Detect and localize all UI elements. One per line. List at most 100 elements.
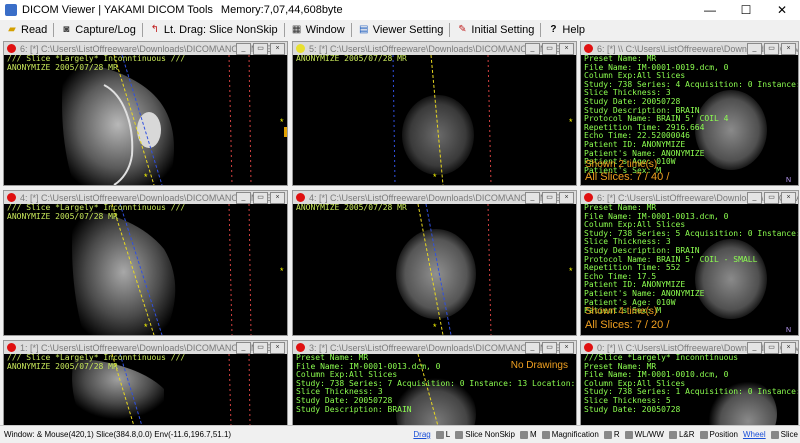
- status-dot-icon: [7, 193, 16, 202]
- initial-setting-label: Initial Setting: [471, 23, 535, 36]
- right-drag-mode[interactable]: R: [603, 430, 620, 439]
- read-menu[interactable]: ▰ Read: [6, 24, 47, 36]
- image-area[interactable]: N Preset Name: MR File Name: IM-0001-001…: [581, 203, 798, 335]
- status-wlww: WL/WW: [634, 430, 664, 439]
- svg-text:*: *: [569, 266, 573, 276]
- svg-text:*: *: [144, 172, 148, 182]
- image-area[interactable]: * * /// Slice *Largely* Inconntinuous //…: [4, 54, 287, 185]
- viewer-panel-7[interactable]: 1: [*] C:\Users\ListOffreeware\Downloads…: [3, 340, 288, 427]
- svg-text:*: *: [569, 117, 573, 127]
- viewer-panel-8[interactable]: 3: [*] C:\Users\ListOffreeware\Downloads…: [292, 340, 577, 427]
- panel-maximize-button[interactable]: ▭: [764, 342, 779, 354]
- window-icon: ▦: [291, 24, 302, 35]
- panel-maximize-button[interactable]: ▭: [253, 192, 268, 204]
- viewer-grid: 6: [*] C:\Users\ListOffreeware\Downloads…: [0, 39, 800, 427]
- panel-maximize-button[interactable]: ▭: [253, 43, 268, 55]
- magnification-mode[interactable]: Magnification: [541, 430, 599, 439]
- image-area[interactable]: * * ANONYMIZE 2005/07/28 MR: [293, 54, 576, 185]
- panel-close-button[interactable]: ×: [270, 342, 285, 354]
- panel-minimize-button[interactable]: _: [525, 192, 540, 204]
- image-area[interactable]: * * ANONYMIZE 2005/07/28 MR: [293, 203, 576, 335]
- panel-minimize-button[interactable]: _: [236, 192, 251, 204]
- image-overlay-text: ANONYMIZE 2005/07/28 MR: [296, 203, 407, 212]
- image-overlay-text: /// Slice *Largely* Inconntinuous /// AN…: [7, 54, 186, 72]
- wheel-link[interactable]: Wheel: [743, 430, 766, 439]
- viewer-panel-6[interactable]: 6: [*] C:\Users\ListOffreeware\Downloads…: [580, 190, 799, 336]
- lr-drag-mode[interactable]: L&R: [668, 430, 695, 439]
- position-mode[interactable]: Position: [699, 430, 738, 439]
- image-overlay-text: /// Slice *Largely* Inconntinuous /// AN…: [7, 353, 186, 371]
- drag-mode-label: Lt. Drag: Slice NonSkip: [163, 23, 278, 36]
- image-area[interactable]: Preset Name: MR File Name: IM-0001-0013.…: [293, 353, 576, 426]
- panel-maximize-button[interactable]: ▭: [542, 43, 557, 55]
- panel-minimize-button[interactable]: _: [236, 43, 251, 55]
- viewer-panel-4[interactable]: 4: [*] C:\Users\ListOffreeware\Downloads…: [3, 190, 288, 336]
- left-drag-slice-mode[interactable]: L: [435, 430, 451, 439]
- panel-close-button[interactable]: ×: [781, 342, 796, 354]
- toolbar-divider: [449, 22, 451, 37]
- status-dot-icon: [7, 44, 16, 53]
- panel-minimize-button[interactable]: _: [747, 342, 762, 354]
- panel-maximize-button[interactable]: ▭: [253, 342, 268, 354]
- viewer-setting-menu[interactable]: ▤ Viewer Setting: [358, 24, 443, 36]
- panel-close-button[interactable]: ×: [270, 192, 285, 204]
- slice-nonskip-mode[interactable]: Slice NonSkip: [455, 430, 515, 439]
- read-label: Read: [21, 23, 48, 36]
- drag-icon: ↰: [150, 24, 160, 35]
- initial-setting-menu[interactable]: ✎ Initial Setting: [456, 24, 534, 36]
- panel-maximize-button[interactable]: ▭: [542, 342, 557, 354]
- viewer-panel-1[interactable]: 6: [*] C:\Users\ListOffreeware\Downloads…: [3, 41, 288, 186]
- image-area[interactable]: * * /// Slice *Largely* Inconntinuous //…: [4, 203, 287, 335]
- viewer-panel-2[interactable]: 5: [*] C:\Users\ListOffreeware\Downloads…: [292, 41, 577, 186]
- image-area[interactable]: N Preset Name: MR File Name: IM-0001-001…: [581, 54, 799, 185]
- window-menu[interactable]: ▦ Window: [291, 24, 345, 36]
- camera-icon: ◙: [63, 24, 70, 35]
- move-icon: [699, 430, 708, 439]
- middle-drag-mode[interactable]: M: [520, 430, 537, 439]
- maximize-button[interactable]: ☐: [728, 0, 764, 20]
- panel-close-button[interactable]: ×: [781, 43, 796, 55]
- help-menu[interactable]: ? Help: [547, 24, 585, 36]
- viewer-panel-3[interactable]: 6: [*] \\ C:\Users\ListOffreeware\Downlo…: [580, 41, 799, 186]
- capture-log-menu[interactable]: ◙ Capture/Log: [60, 24, 136, 36]
- app-icon: [5, 4, 17, 16]
- panel-minimize-button[interactable]: _: [525, 43, 540, 55]
- panel-close-button[interactable]: ×: [559, 192, 574, 204]
- panel-minimize-button[interactable]: _: [747, 192, 762, 204]
- panel-close-button[interactable]: ×: [559, 342, 574, 354]
- viewer-panel-9[interactable]: 0: [*] \\ C:\Users\ListOffreeware\Downlo…: [580, 340, 799, 427]
- status-wheel-slice: Slice: [780, 430, 798, 439]
- status-lr-label: L&R: [678, 430, 695, 439]
- image-area[interactable]: /// Slice *Largely* Inconntinuous /// AN…: [4, 353, 287, 426]
- drag-link[interactable]: Drag: [413, 430, 430, 439]
- title-bar: DICOM Viewer | YAKAMI DICOM Tools Memory…: [0, 0, 800, 20]
- panel-close-button[interactable]: ×: [559, 43, 574, 55]
- magnify-icon: [541, 430, 550, 439]
- drag-mode-menu[interactable]: ↰ Lt. Drag: Slice NonSkip: [149, 24, 278, 36]
- status-slice-nonskip: Slice NonSkip: [465, 430, 516, 439]
- contrast-icon: [624, 430, 633, 439]
- wl-ww-mode[interactable]: WL/WW: [624, 430, 664, 439]
- panel-close-button[interactable]: ×: [270, 43, 285, 55]
- mouse-both-icon: [668, 430, 677, 439]
- viewer-panel-5[interactable]: 4: [*] C:\Users\ListOffreeware\Downloads…: [292, 190, 577, 336]
- panel-minimize-button[interactable]: _: [747, 43, 762, 55]
- status-left-label: L: [445, 430, 451, 439]
- close-button[interactable]: ✕: [764, 0, 800, 20]
- panel-maximize-button[interactable]: ▭: [542, 192, 557, 204]
- dicom-info-overlay: Preset Name: MR File Name: IM-0001-0019.…: [584, 54, 799, 175]
- status-bar: Window: & Mouse(420,1) Slice(384.8,0.0) …: [0, 425, 800, 443]
- image-area[interactable]: ///Slice *Largely* Inconntinuous Preset …: [581, 353, 799, 426]
- minimize-button[interactable]: —: [692, 0, 728, 20]
- no-drawings-label: No Drawings: [510, 360, 568, 371]
- wheel-slice-mode[interactable]: Slice: [770, 430, 798, 439]
- help-icon: ?: [550, 24, 557, 35]
- status-dot-icon: [7, 343, 16, 352]
- panel-maximize-button[interactable]: ▭: [764, 192, 779, 204]
- panel-close-button[interactable]: ×: [781, 192, 796, 204]
- shown-count: Shown 2 time(s): [585, 159, 658, 170]
- dicom-info-overlay: ///Slice *Largely* Inconntinuous Preset …: [584, 353, 799, 414]
- panel-minimize-button[interactable]: _: [236, 342, 251, 354]
- panel-minimize-button[interactable]: _: [525, 342, 540, 354]
- panel-maximize-button[interactable]: ▭: [764, 43, 779, 55]
